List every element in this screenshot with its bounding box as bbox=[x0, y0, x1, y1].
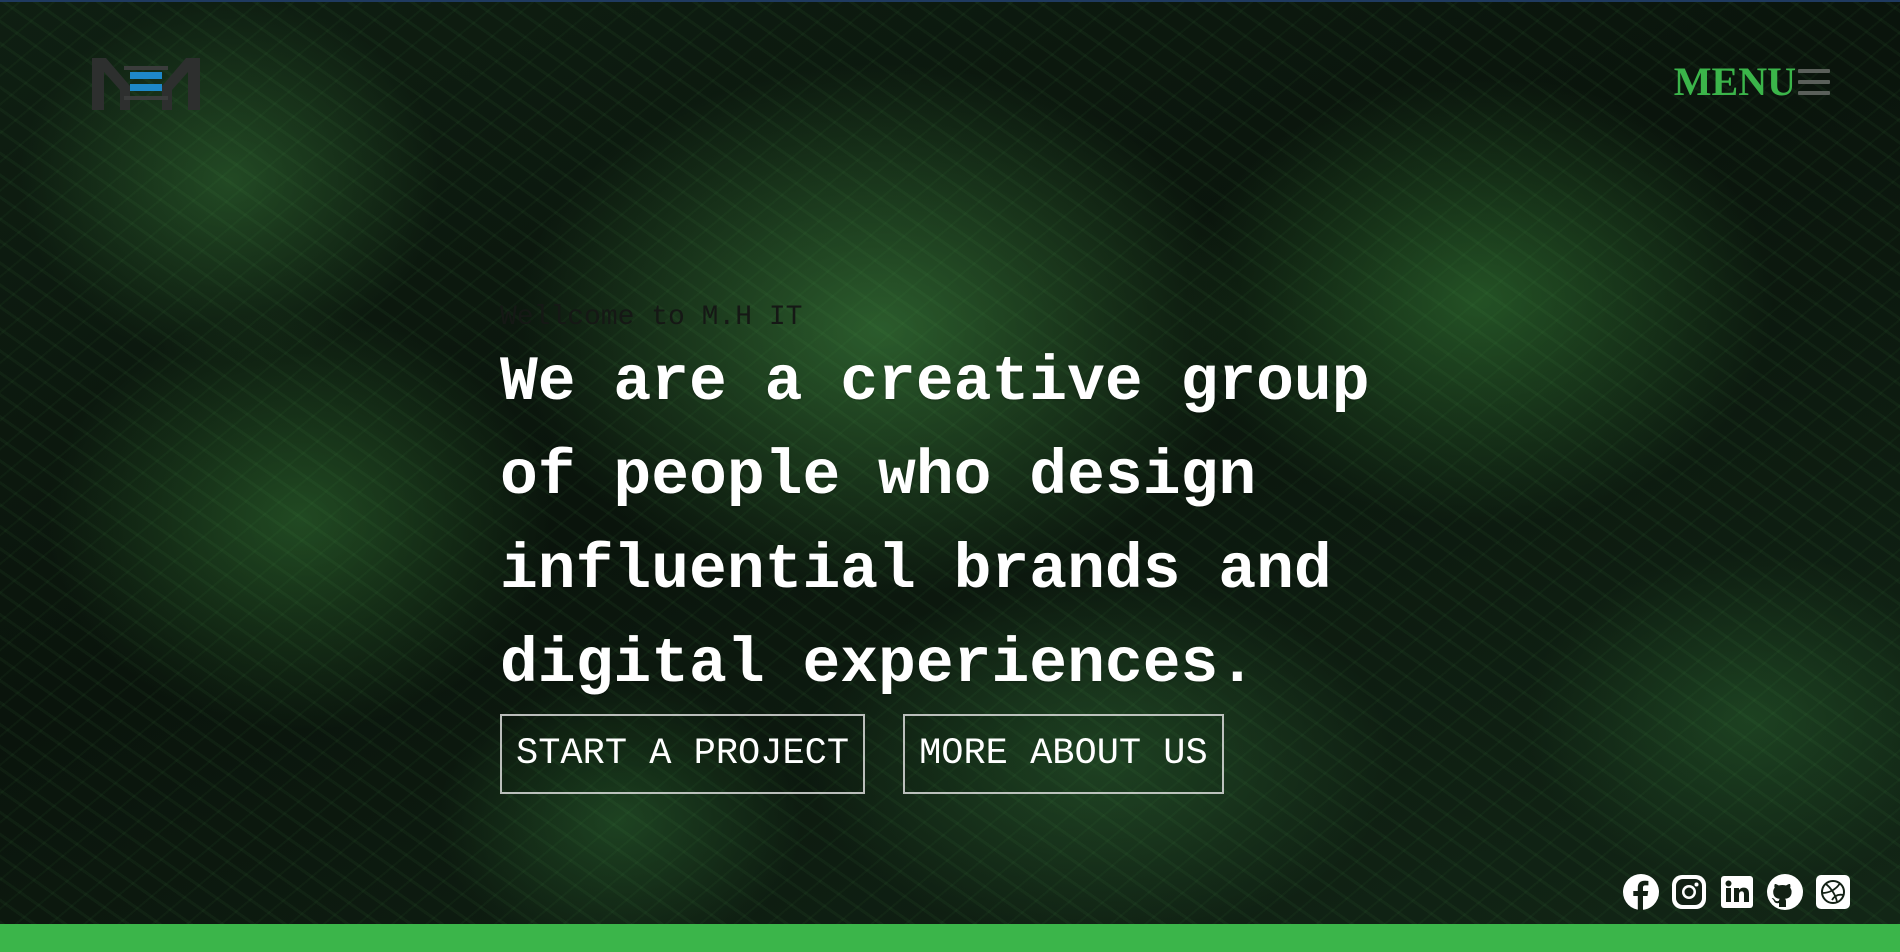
hero-content: Wellcome to M.H IT We are a creative gro… bbox=[500, 300, 1400, 794]
menu-toggle[interactable]: MENU bbox=[1674, 58, 1830, 105]
start-project-button[interactable]: START A PROJECT bbox=[500, 714, 866, 794]
hamburger-icon bbox=[1798, 68, 1830, 95]
linkedin-icon[interactable] bbox=[1718, 873, 1756, 911]
top-divider bbox=[0, 0, 1900, 2]
mh-logo-icon bbox=[92, 58, 200, 110]
instagram-icon[interactable] bbox=[1670, 873, 1708, 911]
dribbble-icon[interactable] bbox=[1814, 873, 1852, 911]
cta-row: START A PROJECT MORE ABOUT US bbox=[500, 714, 1400, 794]
hero-section: MENU Wellcome to M.H IT We are a creativ… bbox=[0, 0, 1900, 924]
menu-label: MENU bbox=[1673, 59, 1796, 104]
more-about-us-button[interactable]: MORE ABOUT US bbox=[903, 714, 1224, 794]
hero-headline: We are a creative group of people who de… bbox=[500, 347, 1370, 700]
logo[interactable] bbox=[90, 56, 202, 112]
github-icon[interactable] bbox=[1766, 873, 1804, 911]
welcome-text: Wellcome to M.H IT bbox=[500, 302, 803, 333]
social-links bbox=[1622, 873, 1852, 911]
footer-accent-bar bbox=[0, 924, 1900, 952]
facebook-icon[interactable] bbox=[1622, 873, 1660, 911]
